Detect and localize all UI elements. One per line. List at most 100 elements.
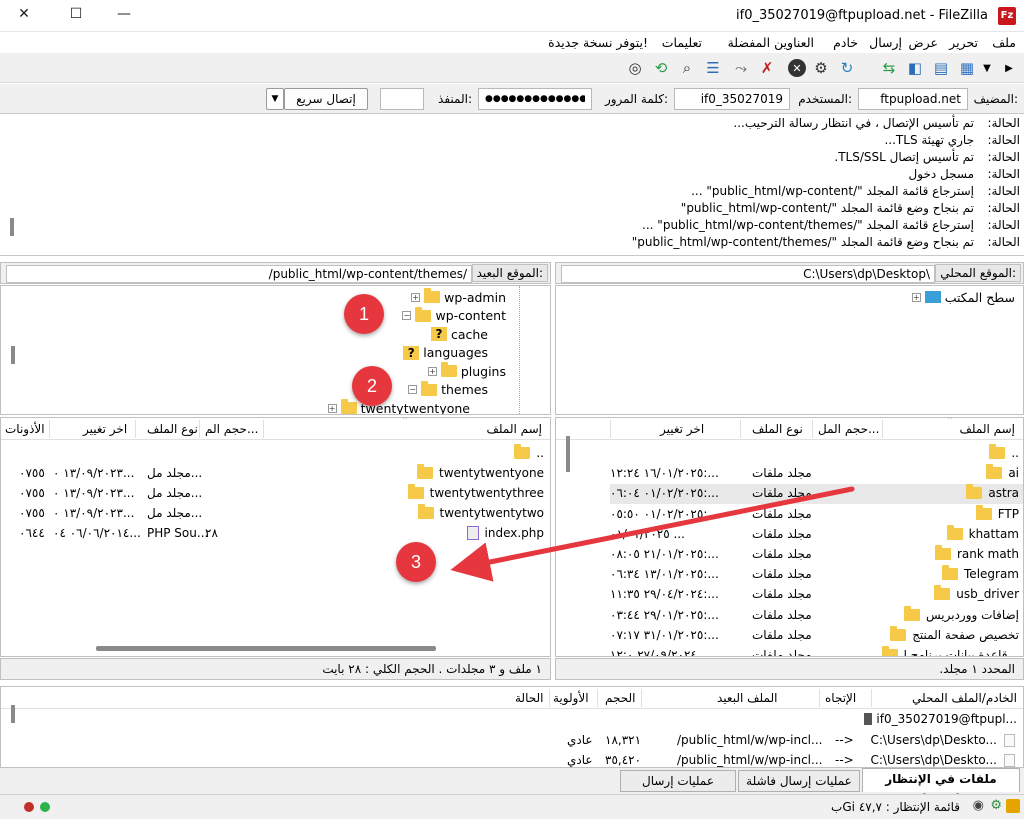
remote-tree-scrollbar[interactable] bbox=[11, 346, 15, 364]
close-window-button[interactable]: ✕ bbox=[12, 6, 36, 22]
reconnect-icon[interactable]: ⤳ bbox=[730, 57, 752, 79]
local-file-row[interactable]: khattam مجلد ملفات ٠١/٠١/٢٠٢٥ ... bbox=[610, 524, 1023, 545]
local-file-row[interactable]: .. bbox=[610, 444, 1023, 464]
remote-tree-node[interactable]: + wp-admin bbox=[411, 288, 506, 306]
queue-col-size[interactable]: الحجم bbox=[605, 691, 635, 705]
local-col-type[interactable]: نوع الملف bbox=[752, 422, 803, 436]
expand-icon[interactable]: − bbox=[408, 385, 418, 394]
remote-file-row[interactable]: twentytwentytwo مجلد مل... ١٣/٠٩/٢٠٢٣ ٠...… bbox=[1, 504, 550, 524]
menu-bookmarks[interactable]: العناوين المفضلة bbox=[728, 35, 814, 50]
queue-scrollbar[interactable] bbox=[11, 705, 15, 723]
speed-limit-icon[interactable]: ⚙ bbox=[990, 798, 1002, 813]
menu-help[interactable]: تعليمات bbox=[662, 35, 702, 50]
local-file-row[interactable]: usb_driver مجلد ملفات ٢٩/٠٤/٢٠٢٤ ١١:٣٥:... bbox=[610, 585, 1023, 605]
maximize-window-button[interactable]: ☐ bbox=[64, 6, 88, 22]
expand-icon[interactable]: + bbox=[411, 292, 421, 302]
local-file-row[interactable]: astra مجلد ملفات ٠١/٠٢/٢٠٢٥ ٠٦:٠٤:... bbox=[610, 484, 1023, 505]
remote-col-size[interactable]: حجم الم... bbox=[205, 422, 258, 436]
local-file-row[interactable]: تخصيص صفحة المنتج مجلد ملفات ٣١/٠١/٢٠٢٥ ٠٧… bbox=[610, 625, 1023, 646]
remote-col-name[interactable]: إسم الملف bbox=[486, 422, 542, 436]
local-file-row[interactable]: FTP مجلد ملفات ٠١/٠٢/٢٠٢٥ ٠٥:٥٠:... bbox=[610, 504, 1023, 525]
log-line: الحالة: تم بنجاح وضع قائمة المجلد "/publi… bbox=[20, 235, 1020, 252]
menu-view[interactable]: عرض bbox=[909, 35, 938, 50]
remote-file-row[interactable]: .. bbox=[1, 444, 550, 464]
menu-new-version[interactable]: يتوفر نسخة جديدة! bbox=[548, 35, 648, 50]
queue-col-direction[interactable]: الإتجاه bbox=[825, 691, 856, 705]
remote-tree-node[interactable]: + twentytwentyone bbox=[327, 399, 470, 414]
queue-col-status[interactable]: الحالة bbox=[515, 691, 543, 705]
local-file-name-cell: astra bbox=[966, 484, 1019, 500]
expand-icon[interactable]: + bbox=[911, 292, 921, 302]
port-input[interactable] bbox=[380, 88, 424, 110]
local-file-row[interactable]: قاعدة بيانات برنامج ا... مجلد ملفات ٢٧/٠٩/… bbox=[610, 646, 1023, 656]
username-input[interactable] bbox=[674, 88, 790, 110]
refresh-icon[interactable]: ↻ bbox=[836, 57, 858, 79]
host-input[interactable] bbox=[858, 88, 968, 110]
remote-tree-node[interactable]: ? languages bbox=[390, 344, 488, 362]
file-icon bbox=[1004, 754, 1015, 767]
log-scrollbar[interactable] bbox=[10, 218, 14, 236]
toggle-local-tree-icon[interactable]: ◧ bbox=[904, 57, 926, 79]
local-col-name[interactable]: إسم الملف bbox=[959, 422, 1015, 436]
remote-col-modified[interactable]: اخر تغيير bbox=[83, 422, 127, 436]
search-files-icon[interactable]: ⌕ bbox=[676, 57, 698, 79]
remote-tree-node[interactable]: + plugins bbox=[427, 362, 506, 380]
site-manager-dropdown-icon[interactable]: ▼ bbox=[976, 57, 998, 79]
remote-tree-node[interactable]: − wp-content bbox=[402, 306, 506, 325]
local-col-modified[interactable]: اخر تغيير bbox=[660, 422, 704, 436]
toggle-queue-icon[interactable]: ⇆ bbox=[878, 57, 900, 79]
local-file-name-cell: .. bbox=[989, 444, 1019, 460]
expand-icon[interactable]: + bbox=[327, 403, 337, 413]
local-file-row[interactable]: ai مجلد ملفات ١٦/٠١/٢٠٢٥ ١٢:٢٤:... bbox=[610, 464, 1023, 484]
tab-queued-files[interactable]: ملفات في الإنتظار (١٤٦٠) bbox=[862, 768, 1020, 806]
queue-col-server[interactable]: الخادم/الملف المحلي bbox=[912, 691, 1017, 705]
password-input[interactable] bbox=[478, 88, 592, 110]
menu-server[interactable]: خادم bbox=[833, 35, 858, 50]
local-list-scrollbar[interactable] bbox=[566, 436, 570, 472]
cancel-operation-icon[interactable]: ✕ bbox=[788, 59, 806, 77]
tab-failed-transfers[interactable]: عمليات إرسال فاشلة bbox=[738, 770, 860, 792]
queue-row[interactable]: C:\Users\dp\Deskto... --> /public_html/w/w… bbox=[1, 731, 1023, 751]
remote-list-hscrollbar[interactable] bbox=[96, 646, 436, 651]
local-file-row[interactable]: إضافات ووردبريس مجلد ملفات ٢٩/٠١/٢٠٢٥ ٠٣:٤… bbox=[610, 605, 1023, 626]
expand-icon[interactable]: − bbox=[402, 311, 412, 320]
remote-file-type: PHP Sou... bbox=[147, 526, 209, 540]
quickconnect-history-dropdown[interactable]: ▼ bbox=[266, 88, 284, 110]
queue-col-remote[interactable]: الملف البعيد bbox=[717, 691, 777, 705]
remote-path-input[interactable]: /public_html/wp-content/themes/ bbox=[6, 265, 472, 283]
sync-browse-icon[interactable]: ⟲ bbox=[650, 57, 672, 79]
site-manager-icon[interactable]: ▦ bbox=[956, 57, 978, 79]
expand-icon[interactable]: + bbox=[427, 366, 437, 376]
remote-file-row[interactable]: twentytwentyone مجلد مل... ١٣/٠٩/٢٠٢٣ ٠...… bbox=[1, 464, 550, 484]
toolbar-overflow-icon[interactable]: ▶ bbox=[1002, 57, 1016, 79]
queue-size-text: قائمة الإنتظار : ٤٧,٧ Giب bbox=[831, 800, 960, 814]
menu-transfer[interactable]: إرسال bbox=[869, 35, 902, 50]
local-col-size[interactable]: حجم المل... bbox=[818, 422, 879, 436]
menu-file[interactable]: ملف bbox=[992, 35, 1016, 50]
queue-server-row[interactable]: if0_35027019@ftpupl... bbox=[864, 712, 1017, 726]
process-queue-icon[interactable]: ⚙ bbox=[810, 57, 832, 79]
local-path-input[interactable]: C:\Users\dp\Desktop\ bbox=[561, 265, 935, 283]
log-line: الحالة: تم تأسيس الإتصال ، في انتظار رسال… bbox=[20, 116, 1020, 133]
menu-edit[interactable]: تحرير bbox=[949, 35, 978, 50]
remote-tree-node[interactable]: ? cache bbox=[418, 325, 488, 343]
remote-file-row[interactable]: twentytwentythree مجلد مل... ١٣/٠٩/٢٠٢٣ ٠.… bbox=[1, 484, 550, 504]
tab-successful-transfers[interactable]: عمليات إرسال ناجحة bbox=[620, 770, 736, 808]
remote-tree-node[interactable]: − themes bbox=[408, 380, 488, 399]
quickconnect-button[interactable]: إتصال سريع bbox=[284, 88, 368, 110]
local-file-name: usb_driver bbox=[956, 587, 1019, 602]
disconnect-icon[interactable]: ✗ bbox=[756, 57, 778, 79]
queue-col-priority[interactable]: الأولوية bbox=[553, 691, 589, 705]
remote-col-type[interactable]: نوع الملف bbox=[147, 422, 198, 436]
directory-compare-icon[interactable]: ☰ bbox=[702, 57, 724, 79]
remote-col-perms[interactable]: الأذونات bbox=[5, 422, 45, 436]
minimize-window-button[interactable]: — bbox=[112, 6, 136, 22]
remote-file-row[interactable]: index.php ٢٨ PHP Sou... ٠٦/٠٦/٢٠١٤ ٠٤... ٠٦٤… bbox=[1, 524, 550, 544]
local-tree-desktop[interactable]: + سطح المكتب bbox=[911, 288, 1015, 306]
local-file-row[interactable]: Telegram مجلد ملفات ١٣/٠١/٢٠٢٥ ٠٦:٣٤:... bbox=[610, 565, 1023, 585]
toggle-log-icon[interactable]: ▤ bbox=[930, 57, 952, 79]
local-file-row[interactable]: rank math مجلد ملفات ٢١/٠١/٢٠٢٥ ٠٨:٠٥:... bbox=[610, 545, 1023, 565]
callout-badge-2: 2 bbox=[352, 366, 392, 406]
filter-icon[interactable]: ◉ bbox=[973, 798, 984, 813]
binoculars-icon[interactable]: ◎ bbox=[624, 57, 646, 79]
